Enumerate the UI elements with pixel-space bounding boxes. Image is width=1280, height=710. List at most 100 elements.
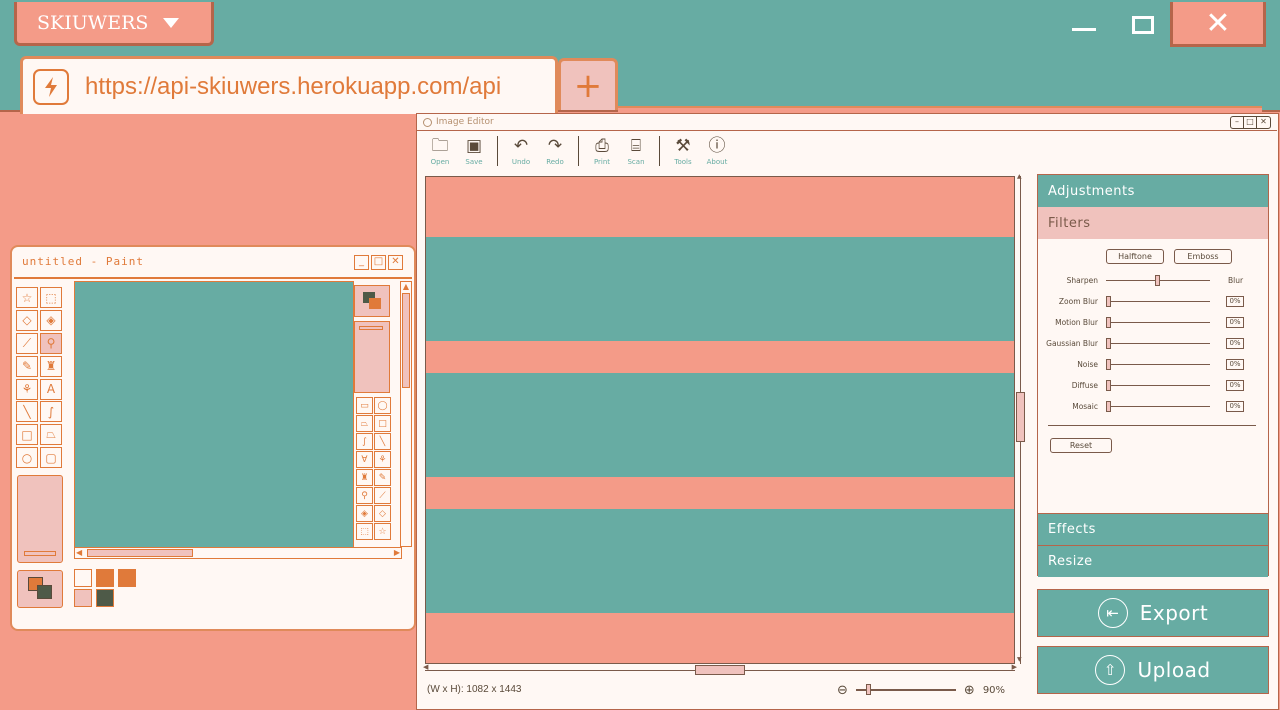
brush-icon[interactable]: ♜: [40, 355, 62, 377]
maximize-button[interactable]: [1132, 16, 1154, 34]
palette-swatch[interactable]: [96, 569, 114, 587]
color-picker-icon[interactable]: ⚲: [356, 487, 373, 504]
editor-maximize-button[interactable]: □: [1244, 116, 1257, 128]
browser-tab[interactable]: https://api-skiuwers.herokuapp.com/api: [20, 56, 558, 114]
scroll-right-icon[interactable]: ▶: [394, 548, 400, 558]
line-icon[interactable]: ╲: [16, 401, 38, 423]
slider-knob[interactable]: [1106, 400, 1111, 412]
paint-canvas[interactable]: [74, 281, 354, 551]
polygon-icon[interactable]: ⏢: [356, 415, 373, 432]
layer-options-panel[interactable]: [354, 321, 390, 393]
polygon-icon[interactable]: ⏢: [40, 424, 62, 446]
magnifier-icon[interactable]: ⚲: [40, 332, 62, 354]
redo-button[interactable]: ↷ Redo: [542, 136, 568, 166]
palette-swatch[interactable]: [74, 589, 92, 607]
fill-icon[interactable]: ∀: [356, 451, 373, 468]
adjustments-section-header[interactable]: Adjustments: [1038, 175, 1268, 207]
secondary-color[interactable]: [37, 585, 52, 599]
scroll-right-icon[interactable]: ▶: [1012, 663, 1017, 671]
about-button[interactable]: ⓘ About: [704, 136, 730, 166]
halftone-button[interactable]: Halftone: [1106, 249, 1164, 264]
image-vertical-scrollbar[interactable]: ▲ ▼: [1016, 173, 1028, 666]
scroll-left-icon[interactable]: ◀: [76, 548, 82, 558]
export-button[interactable]: ⇤ Export: [1037, 589, 1269, 637]
eraser-icon[interactable]: ◈: [356, 505, 373, 522]
curve-icon[interactable]: ∫: [40, 401, 62, 423]
slider-knob[interactable]: [1106, 316, 1111, 328]
airbrush-icon[interactable]: ⚘: [374, 451, 391, 468]
editor-close-button[interactable]: ✕: [1257, 117, 1270, 128]
slider-knob[interactable]: [1106, 379, 1111, 391]
editor-minimize-button[interactable]: –: [1231, 116, 1244, 128]
scroll-left-icon[interactable]: ◀: [423, 663, 428, 671]
eyedropper-icon[interactable]: ⟋: [374, 487, 391, 504]
paint-hscroll-thumb[interactable]: [87, 549, 193, 557]
palette-color-icon[interactable]: [354, 285, 390, 317]
rect-select-icon[interactable]: ⬚: [356, 523, 373, 540]
tool-options-panel[interactable]: [17, 475, 63, 563]
slider-knob[interactable]: [1106, 295, 1111, 307]
paint-maximize-button[interactable]: □: [371, 255, 386, 270]
image-hscroll-thumb[interactable]: [695, 665, 745, 675]
print-button[interactable]: ⎙ Print: [589, 136, 615, 166]
paint-vscroll-thumb[interactable]: [402, 293, 410, 388]
slider-knob[interactable]: [1106, 337, 1111, 349]
open-button[interactable]: 🗀 Open: [427, 136, 453, 166]
scroll-down-icon[interactable]: ▼: [1017, 656, 1022, 663]
pencil-icon[interactable]: ✎: [16, 355, 38, 377]
slider-knob[interactable]: [1106, 358, 1111, 370]
eraser-icon[interactable]: ◇: [16, 309, 38, 331]
filter-slider[interactable]: [1106, 316, 1210, 328]
color-selector[interactable]: [17, 570, 63, 608]
fill-icon[interactable]: ◈: [40, 309, 62, 331]
line-icon[interactable]: ╲: [374, 433, 391, 450]
ellipse-icon[interactable]: ◯: [374, 397, 391, 414]
airbrush-icon[interactable]: ⚘: [16, 378, 38, 400]
filter-slider[interactable]: [1106, 379, 1210, 391]
rectangle-icon[interactable]: □: [16, 424, 38, 446]
ellipse-icon[interactable]: ○: [16, 447, 38, 469]
rounded-rect-icon[interactable]: ▢: [40, 447, 62, 469]
filters-section-header[interactable]: Filters: [1038, 207, 1268, 239]
brush-size-option[interactable]: [24, 551, 56, 556]
pencil-icon[interactable]: ✎: [374, 469, 391, 486]
minimize-button[interactable]: [1072, 28, 1096, 31]
image-canvas[interactable]: [425, 176, 1015, 664]
palette-swatch[interactable]: [118, 569, 136, 587]
brush-icon[interactable]: ♜: [356, 469, 373, 486]
save-button[interactable]: ▣ Save: [461, 136, 487, 166]
zoom-slider-knob[interactable]: [865, 684, 871, 696]
free-select-icon[interactable]: ☆: [16, 287, 38, 308]
scroll-up-icon[interactable]: ▲: [1017, 173, 1022, 180]
free-select-icon[interactable]: ☆: [374, 523, 391, 540]
paint-close-button[interactable]: ✕: [388, 255, 403, 270]
emboss-button[interactable]: Emboss: [1174, 249, 1232, 264]
image-horizontal-scrollbar[interactable]: ◀ ▶: [423, 663, 1017, 678]
scan-button[interactable]: ⌸ Scan: [623, 136, 649, 166]
rounded-rect-icon[interactable]: ▭: [356, 397, 373, 414]
filter-slider[interactable]: [1106, 295, 1210, 307]
close-window-button[interactable]: ✕: [1170, 2, 1266, 47]
text-icon[interactable]: A: [40, 378, 62, 400]
paint-horizontal-scrollbar[interactable]: ◀ ▶: [74, 547, 402, 559]
scroll-up-icon[interactable]: ▲: [401, 282, 411, 291]
effects-section-header[interactable]: Effects: [1038, 513, 1268, 545]
tools-button[interactable]: ⚒ Tools: [670, 136, 696, 166]
color-picker-icon[interactable]: ⟋: [16, 332, 38, 354]
zoom-slider[interactable]: [855, 684, 956, 696]
resize-section-header[interactable]: Resize: [1038, 545, 1268, 577]
filter-slider[interactable]: [1106, 337, 1210, 349]
palette-swatch[interactable]: [74, 569, 92, 587]
zoom-in-icon[interactable]: ⊕: [964, 683, 975, 698]
undo-button[interactable]: ↶ Undo: [508, 136, 534, 166]
slider-knob[interactable]: [1155, 274, 1160, 286]
address-bar-url[interactable]: https://api-skiuwers.herokuapp.com/api: [85, 73, 501, 101]
brand-menu-button[interactable]: SKIUWERS: [14, 2, 214, 46]
new-tab-button[interactable]: +: [558, 58, 618, 110]
image-vscroll-thumb[interactable]: [1016, 392, 1025, 442]
fill-bucket-icon[interactable]: ◇: [374, 505, 391, 522]
curve-icon[interactable]: ∫: [356, 433, 373, 450]
palette-swatch[interactable]: [96, 589, 114, 607]
zoom-out-icon[interactable]: ⊖: [837, 683, 848, 698]
sharpen-blur-slider[interactable]: [1106, 274, 1210, 286]
